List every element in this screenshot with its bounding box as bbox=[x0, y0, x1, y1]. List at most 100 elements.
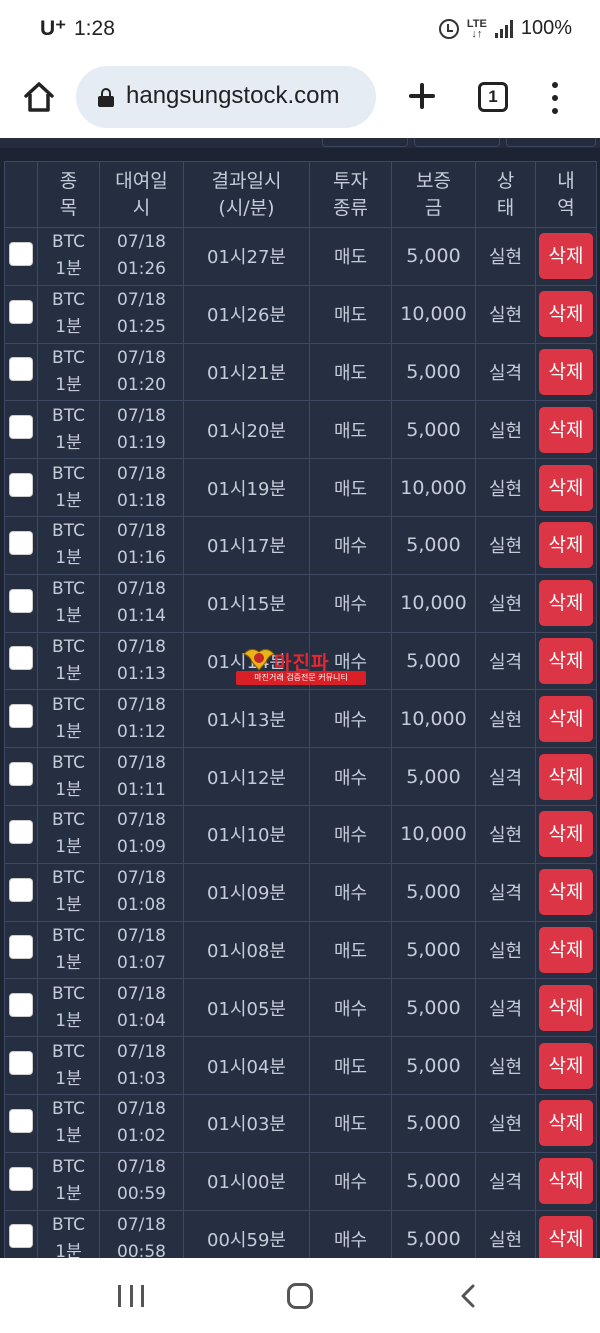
delete-button[interactable]: 삭제 bbox=[539, 348, 593, 395]
detail-cell: 삭제 bbox=[535, 227, 597, 286]
row-checkbox[interactable] bbox=[9, 704, 33, 729]
table-row: BTC 1분 07/18 01:08 01시09분 매수 5,000 실격 삭제 bbox=[4, 862, 597, 922]
table-row: BTC 1분 07/18 01:16 01시17분 매수 5,000 실현 삭제 bbox=[4, 515, 597, 575]
row-checkbox[interactable] bbox=[9, 935, 33, 960]
plus-icon[interactable] bbox=[406, 80, 438, 112]
detail-cell: 삭제 bbox=[535, 400, 597, 460]
delete-button[interactable]: 삭제 bbox=[539, 926, 593, 973]
row-checkbox[interactable] bbox=[9, 819, 33, 844]
table-row: BTC 1분 07/18 01:12 01시13분 매수 10,000 실현 삭제 bbox=[4, 689, 597, 749]
delete-button[interactable]: 삭제 bbox=[539, 406, 593, 453]
invest-type-cell: 매수 bbox=[309, 1151, 392, 1211]
row-checkbox[interactable] bbox=[9, 646, 33, 671]
status-cell: 실현 bbox=[475, 573, 536, 633]
row-checkbox[interactable] bbox=[9, 762, 33, 787]
address-bar[interactable]: hangsungstock.com bbox=[76, 66, 376, 128]
row-checkbox[interactable] bbox=[9, 877, 33, 902]
watermark-subtitle: 마진거래 검증전문 커뮤니티 bbox=[236, 671, 366, 685]
result-time-cell: 01시13분 bbox=[183, 689, 310, 749]
recents-icon[interactable] bbox=[118, 1285, 144, 1307]
delete-button[interactable]: 삭제 bbox=[539, 291, 593, 338]
item-cell: BTC 1분 bbox=[37, 804, 100, 864]
delete-button[interactable]: 삭제 bbox=[539, 1100, 593, 1147]
result-time-cell: 01시15분 bbox=[183, 573, 310, 633]
delete-button[interactable]: 삭제 bbox=[539, 984, 593, 1031]
rent-date-cell: 07/18 01:09 bbox=[99, 804, 184, 864]
delete-button[interactable]: 삭제 bbox=[539, 580, 593, 627]
item-cell: BTC 1분 bbox=[37, 284, 100, 344]
delete-button[interactable]: 삭제 bbox=[539, 1158, 593, 1205]
top-tab[interactable] bbox=[414, 138, 500, 147]
row-checkbox[interactable] bbox=[9, 473, 33, 498]
invest-type-cell: 매수 bbox=[309, 804, 392, 864]
row-checkbox[interactable] bbox=[9, 1224, 33, 1249]
home-nav-icon[interactable] bbox=[287, 1283, 313, 1309]
result-time-cell: 01시08분 bbox=[183, 920, 310, 980]
delete-button[interactable]: 삭제 bbox=[539, 753, 593, 800]
deposit-cell: 5,000 bbox=[391, 342, 476, 402]
detail-cell: 삭제 bbox=[535, 1036, 597, 1095]
home-icon[interactable] bbox=[22, 80, 56, 114]
rent-date-cell: 07/18 01:13 bbox=[99, 631, 184, 691]
item-cell: BTC 1분 bbox=[37, 458, 100, 517]
delete-button[interactable]: 삭제 bbox=[539, 1215, 593, 1258]
top-tab[interactable] bbox=[506, 138, 596, 147]
row-checkbox[interactable] bbox=[9, 299, 33, 324]
row-checkbox[interactable] bbox=[9, 1166, 33, 1191]
result-time-cell: 01시21분 bbox=[183, 342, 310, 402]
rent-date-cell: 07/18 01:11 bbox=[99, 747, 184, 806]
row-checkbox[interactable] bbox=[9, 357, 33, 382]
status-cell: 실현 bbox=[475, 920, 536, 980]
row-select-cell bbox=[4, 978, 38, 1038]
top-tab[interactable] bbox=[322, 138, 408, 147]
delete-button[interactable]: 삭제 bbox=[539, 522, 593, 569]
deposit-cell: 5,000 bbox=[391, 747, 476, 806]
back-icon[interactable] bbox=[458, 1284, 478, 1308]
detail-cell: 삭제 bbox=[535, 862, 597, 922]
invest-type-cell: 매도 bbox=[309, 1093, 392, 1153]
header-item: 종목 bbox=[37, 161, 100, 228]
tabs-icon[interactable]: 1 bbox=[478, 82, 508, 112]
deposit-cell: 5,000 bbox=[391, 1036, 476, 1095]
network-label: LTE bbox=[466, 17, 487, 30]
invest-type-cell: 매수 bbox=[309, 978, 392, 1038]
detail-cell: 삭제 bbox=[535, 1151, 597, 1211]
watermark-logo: 마진파 마진거래 검증전문 커뮤니티 bbox=[236, 648, 366, 688]
delete-button[interactable]: 삭제 bbox=[539, 233, 593, 280]
delete-button[interactable]: 삭제 bbox=[539, 1042, 593, 1089]
delete-button[interactable]: 삭제 bbox=[539, 811, 593, 858]
row-select-cell bbox=[4, 400, 38, 460]
status-cell: 실격 bbox=[475, 342, 536, 402]
carrier-label: U⁺ bbox=[40, 17, 67, 40]
item-cell: BTC 1분 bbox=[37, 1151, 100, 1211]
delete-button[interactable]: 삭제 bbox=[539, 464, 593, 511]
status-cell: 실격 bbox=[475, 631, 536, 691]
row-checkbox[interactable] bbox=[9, 530, 33, 555]
row-checkbox[interactable] bbox=[9, 1051, 33, 1076]
header-detail: 내역 bbox=[535, 161, 597, 228]
table-row: BTC 1분 07/18 01:11 01시12분 매수 5,000 실격 삭제 bbox=[4, 747, 597, 806]
menu-icon[interactable] bbox=[550, 82, 560, 114]
delete-button[interactable]: 삭제 bbox=[539, 637, 593, 684]
row-checkbox[interactable] bbox=[9, 415, 33, 440]
invest-type-cell: 매도 bbox=[309, 1036, 392, 1095]
item-cell: BTC 1분 bbox=[37, 1093, 100, 1153]
row-checkbox[interactable] bbox=[9, 1108, 33, 1133]
item-cell: BTC 1분 bbox=[37, 1036, 100, 1095]
deposit-cell: 5,000 bbox=[391, 920, 476, 980]
row-select-cell bbox=[4, 458, 38, 517]
delete-button[interactable]: 삭제 bbox=[539, 869, 593, 916]
row-checkbox[interactable] bbox=[9, 993, 33, 1018]
deposit-cell: 5,000 bbox=[391, 1151, 476, 1211]
row-checkbox[interactable] bbox=[9, 588, 33, 613]
invest-type-cell: 매수 bbox=[309, 747, 392, 806]
item-cell: BTC 1분 bbox=[37, 227, 100, 286]
row-select-cell bbox=[4, 747, 38, 806]
detail-cell: 삭제 bbox=[535, 1093, 597, 1153]
deposit-cell: 5,000 bbox=[391, 631, 476, 691]
result-time-cell: 01시27분 bbox=[183, 227, 310, 286]
detail-cell: 삭제 bbox=[535, 747, 597, 806]
row-checkbox[interactable] bbox=[9, 241, 33, 266]
item-cell: BTC 1분 bbox=[37, 747, 100, 806]
delete-button[interactable]: 삭제 bbox=[539, 695, 593, 742]
